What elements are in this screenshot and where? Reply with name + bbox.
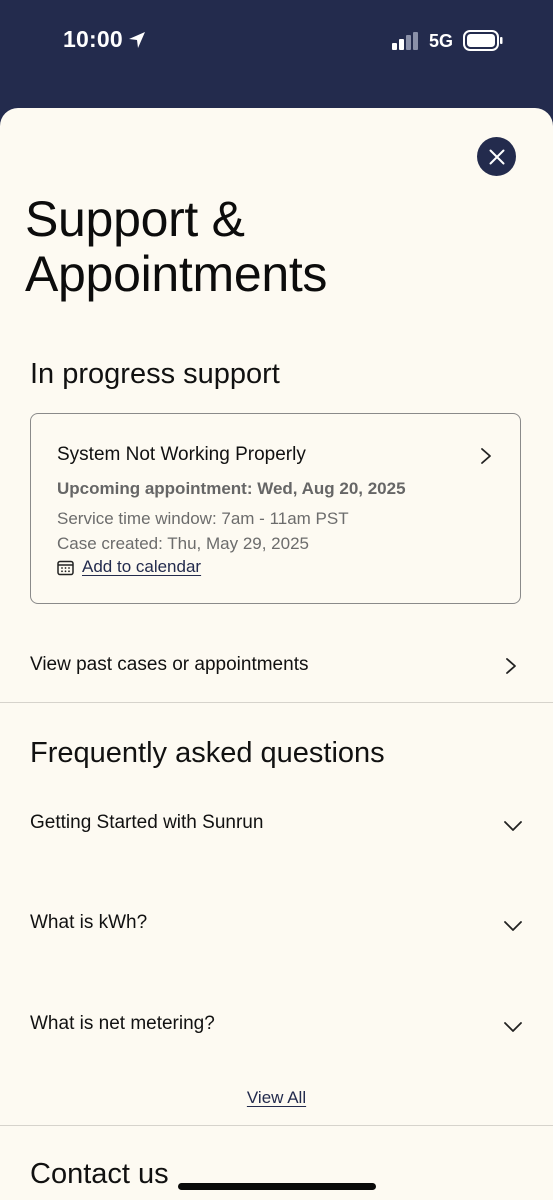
- in-progress-heading: In progress support: [30, 358, 280, 390]
- faq-item-kwh[interactable]: What is kWh?: [30, 904, 525, 944]
- status-time: 10:00: [63, 26, 123, 52]
- contact-heading: Contact us: [30, 1158, 169, 1190]
- location-arrow-icon: [129, 32, 145, 48]
- case-created-date: Case created: Thu, May 29, 2025: [57, 534, 310, 553]
- page-title: Support & Appointments: [25, 191, 328, 302]
- faq-question: What is kWh?: [30, 912, 148, 933]
- calendar-icon: [57, 560, 74, 575]
- case-title: System Not Working Properly: [57, 444, 306, 465]
- section-divider: [0, 1125, 553, 1126]
- chevron-down-icon: [504, 921, 522, 931]
- battery-icon: [463, 30, 503, 51]
- section-divider: [0, 702, 553, 703]
- view-past-cases-label: View past cases or appointments: [30, 654, 309, 675]
- faq-question: What is net metering?: [30, 1013, 215, 1034]
- chevron-down-icon: [504, 1022, 522, 1032]
- network-type: 5G: [429, 31, 454, 51]
- case-service-window: Service time window: 7am - 11am PST: [57, 509, 349, 528]
- chevron-right-icon: [481, 448, 491, 464]
- view-all-link[interactable]: View All: [247, 1088, 306, 1107]
- faq-heading: Frequently asked questions: [30, 737, 385, 769]
- home-indicator[interactable]: [178, 1183, 376, 1190]
- add-to-calendar-link[interactable]: Add to calendar: [57, 557, 201, 577]
- case-card[interactable]: System Not Working Properly Upcoming app…: [30, 413, 521, 604]
- view-all-container: View All: [0, 1088, 553, 1108]
- case-appointment: Upcoming appointment: Wed, Aug 20, 2025: [57, 479, 406, 498]
- support-sheet: Support & Appointments In progress suppo…: [0, 108, 553, 1200]
- chevron-down-icon: [504, 821, 522, 831]
- close-icon: [489, 149, 504, 164]
- faq-item-getting-started[interactable]: Getting Started with Sunrun: [30, 804, 525, 844]
- close-button[interactable]: [477, 137, 516, 176]
- chevron-right-icon: [506, 658, 516, 674]
- add-to-calendar-label: Add to calendar: [82, 557, 202, 576]
- faq-question: Getting Started with Sunrun: [30, 812, 264, 833]
- faq-item-net-metering[interactable]: What is net metering?: [30, 1005, 525, 1045]
- cellular-signal-icon: [392, 32, 418, 50]
- view-past-cases-link[interactable]: View past cases or appointments: [30, 645, 521, 685]
- status-bar: 10:00 5G: [0, 0, 553, 108]
